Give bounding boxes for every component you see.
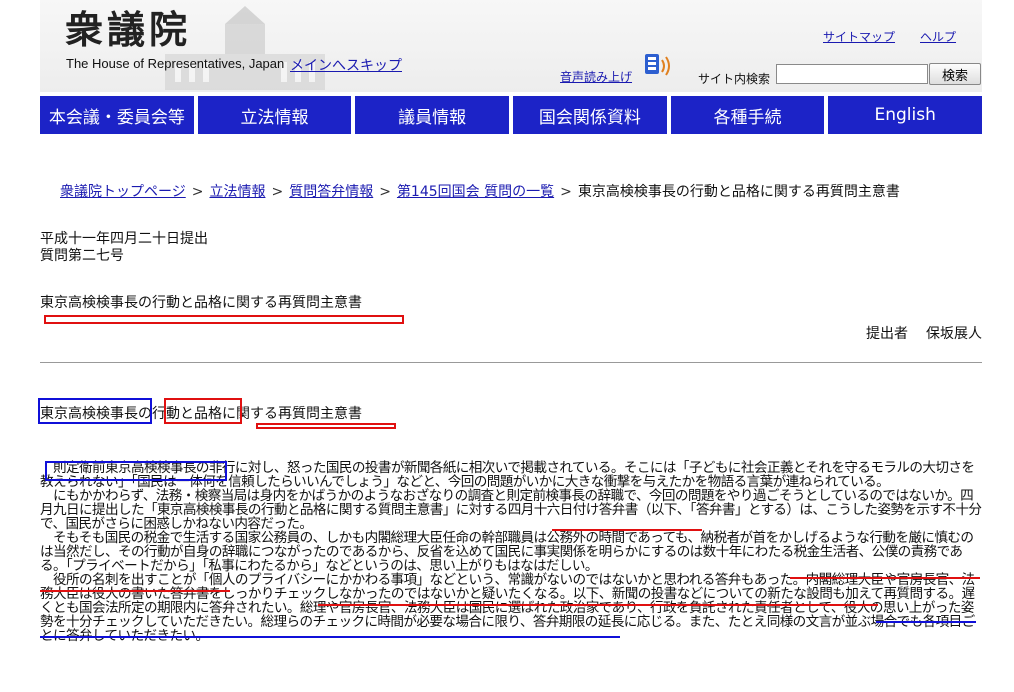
annotation-underline-red [790, 577, 980, 579]
breadcrumb-separator: > [271, 184, 284, 200]
submitter-label: 提出者 [866, 326, 908, 342]
nav-legislation[interactable]: 立法情報 [197, 96, 352, 134]
site-search-label: サイト内検索 [698, 72, 771, 86]
breadcrumb-current: 東京高検検事長の行動と品格に関する再質問主意書 [577, 184, 900, 200]
help-link[interactable]: ヘルプ [920, 28, 956, 45]
annotation-underline-red [40, 590, 230, 592]
breadcrumb-legislation[interactable]: 立法情報 [209, 184, 265, 200]
divider [40, 362, 982, 363]
document-body: 則定衛前東京高検検事長の非行に対し、怒った国民の投書が新聞各紙に相次いで掲載され… [40, 461, 985, 643]
nav-english[interactable]: English [828, 96, 983, 134]
search-input[interactable] [776, 64, 928, 84]
body-title-part: に関する再質問主意書 [222, 406, 362, 422]
annotation-underline-red [44, 315, 404, 324]
nav-plenary-committees[interactable]: 本会議・委員会等 [40, 96, 194, 134]
annotation-underline-red [552, 529, 702, 531]
breadcrumb-top[interactable]: 衆議院トップページ [60, 184, 186, 200]
site-header: 衆議院 The House of Representatives, Japan … [40, 0, 982, 92]
annotation-underline-blue [876, 621, 976, 623]
nav-procedures[interactable]: 各種手続 [670, 96, 825, 134]
submitter-name: 保坂展人 [926, 326, 982, 342]
main-nav: 本会議・委員会等 立法情報 議員情報 国会関係資料 各種手続 English [40, 96, 983, 134]
annotation-underline-red [256, 423, 396, 429]
nav-diet-materials[interactable]: 国会関係資料 [513, 96, 667, 134]
breadcrumb: 衆議院トップページ > 立法情報 > 質問答弁情報 > 第145回国会 質問の一覧 > 東京高検… [60, 181, 900, 201]
body-paragraph: にもかかわらず、法務・検察当局は身内をかばうかのようなおざなりの調査と則定前検事… [40, 488, 982, 532]
voice-readout-link[interactable]: 音声読み上げ [560, 68, 632, 85]
search-button[interactable]: 検索 [929, 63, 981, 85]
breadcrumb-separator: > [379, 184, 391, 200]
site-logo[interactable]: 衆議院 [65, 10, 191, 50]
sitemap-link[interactable]: サイトマップ [823, 28, 895, 45]
submitter: 提出者 保坂展人 [866, 323, 982, 343]
speaker-icon[interactable] [643, 52, 675, 80]
breadcrumb-qa-info[interactable]: 質問答弁情報 [289, 184, 373, 200]
question-number: 質問第二七号 [40, 248, 124, 264]
annotation-box-blue [45, 461, 227, 481]
document-title: 東京高検検事長の行動と品格に関する再質問主意書 [40, 295, 362, 311]
skip-to-main-link[interactable]: メインへスキップ [290, 55, 402, 75]
annotation-underline-red [318, 604, 878, 606]
breadcrumb-question-list[interactable]: 第145回国会 質問の一覧 [397, 184, 554, 200]
site-subtitle: The House of Representatives, Japan [66, 56, 285, 71]
annotation-box-red [164, 398, 242, 424]
annotation-box-blue [38, 398, 152, 424]
breadcrumb-separator: > [560, 184, 572, 200]
nav-members[interactable]: 議員情報 [355, 96, 510, 134]
body-paragraph: そもそも国民の税金で生活する国家公務員の、しかも内閣総理大臣任命の幹部職員は公務… [40, 530, 974, 574]
body-paragraph: 役所の名刺を出すことが「個人のプライバシーにかかわる事項」などという、常識がない… [40, 572, 975, 644]
breadcrumb-separator: > [191, 184, 204, 200]
annotation-underline-blue [40, 636, 620, 638]
